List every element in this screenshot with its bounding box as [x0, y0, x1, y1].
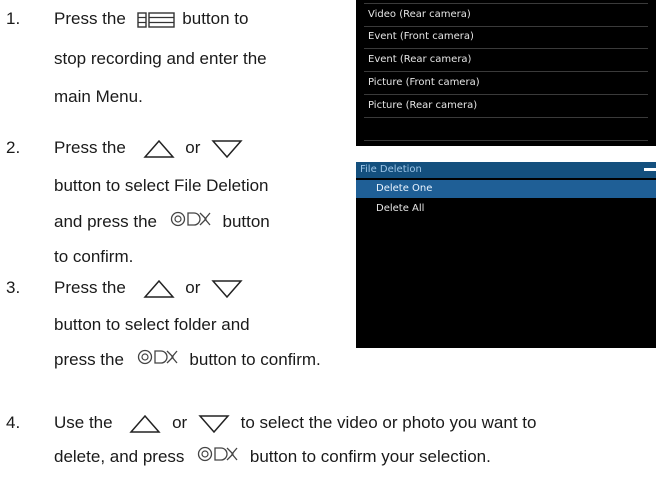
- step-text: button to select folder and: [54, 315, 250, 334]
- folder-item-empty: [364, 118, 648, 141]
- step-text: and press the: [54, 212, 158, 231]
- step-text: delete, and press: [54, 447, 185, 466]
- folder-item[interactable]: Event (Rear camera): [364, 49, 648, 72]
- folder-item[interactable]: Picture (Rear camera): [364, 95, 648, 118]
- step-text: or: [185, 278, 201, 297]
- menu-icon: [136, 11, 175, 28]
- folder-item[interactable]: Picture (Front camera): [364, 72, 648, 95]
- up-triangle-icon: [129, 414, 161, 434]
- step-number: 1.: [6, 9, 21, 28]
- ok-button-icon: [197, 443, 239, 473]
- down-triangle-icon: [211, 139, 243, 159]
- step-2: 2. Press the or button to select File De…: [0, 128, 350, 266]
- up-triangle-icon: [142, 279, 175, 299]
- step-text: button to confirm your selection.: [249, 447, 491, 466]
- step-text: or: [185, 138, 201, 157]
- menu-header: File Deletion: [356, 162, 656, 178]
- ok-button-icon: [170, 208, 212, 238]
- step-text: to select the video or photo you want to: [240, 413, 537, 432]
- down-triangle-icon: [198, 414, 230, 434]
- folder-item[interactable]: Event (Front camera): [364, 26, 648, 49]
- step-text: stop recording and enter the: [54, 49, 267, 68]
- menu-title: File Deletion: [360, 164, 422, 175]
- ok-button-icon: [137, 346, 179, 376]
- step-text: Press the: [54, 278, 126, 297]
- step-text: button to select File Deletion: [54, 176, 269, 195]
- down-triangle-icon: [211, 279, 243, 299]
- step-number: 4.: [6, 413, 21, 432]
- step-text: Press the: [54, 138, 126, 157]
- step-text: Use the: [54, 413, 113, 432]
- menu-option-delete-all[interactable]: Delete All: [356, 200, 656, 218]
- step-text: press the: [54, 350, 124, 369]
- menu-option-delete-one[interactable]: Delete One: [356, 180, 656, 198]
- deletion-screen: File Deletion Delete One Delete All: [356, 162, 656, 348]
- up-triangle-icon: [142, 139, 175, 159]
- folder-screen: Video (Rear camera) Event (Front camera)…: [356, 0, 656, 146]
- step-number: 2.: [6, 138, 21, 157]
- step-text: button to: [182, 9, 249, 28]
- step-4: 4. Use the or to select the video or pho…: [0, 400, 656, 485]
- step-1: 1. Press the button to stop recording an…: [0, 0, 350, 125]
- step-text: or: [172, 413, 188, 432]
- step-text: button: [222, 212, 270, 231]
- scroll-indicator: [644, 168, 656, 171]
- step-number: 3.: [6, 278, 21, 297]
- step-text: button to confirm.: [189, 350, 321, 369]
- folder-item[interactable]: Video (Rear camera): [364, 3, 648, 27]
- step-text: main Menu.: [54, 87, 143, 106]
- step-text: Press the: [54, 9, 126, 28]
